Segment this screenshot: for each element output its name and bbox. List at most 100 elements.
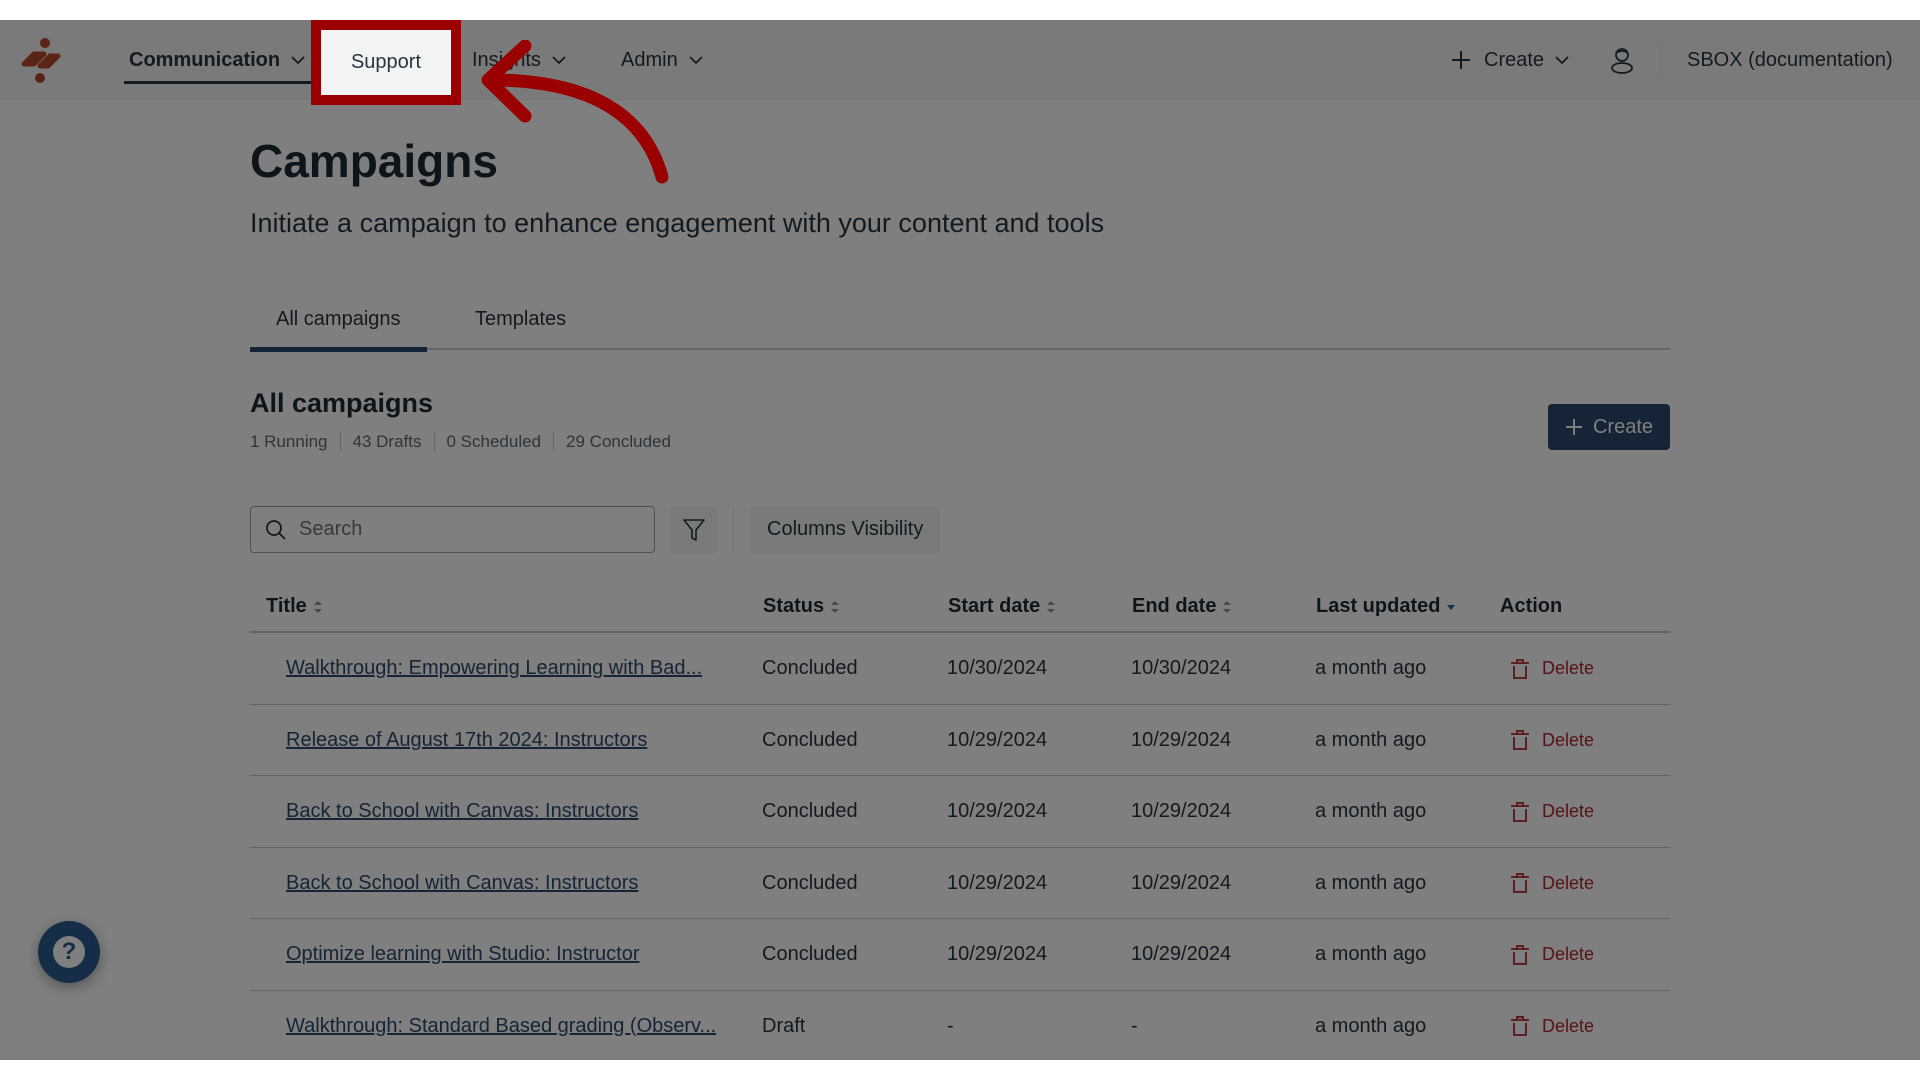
- tab-all-campaigns[interactable]: All campaigns: [250, 300, 427, 352]
- cell-end-date: 10/30/2024: [1131, 657, 1232, 679]
- nav-insights[interactable]: Insights: [472, 20, 567, 100]
- sort-icon: [1047, 600, 1056, 613]
- column-header-label: Start date: [948, 595, 1041, 617]
- nav-divider: [1660, 44, 1661, 76]
- table-row: Optimize learning with Studio: Instructo…: [250, 919, 1670, 991]
- trash-icon: [1511, 873, 1529, 893]
- delete-button[interactable]: Delete: [1510, 919, 1594, 990]
- column-header-start-date[interactable]: Start date: [948, 580, 1056, 633]
- table-row: Back to School with Canvas: Instructors …: [250, 848, 1670, 919]
- column-header-label: End date: [1132, 595, 1217, 617]
- table-row: Back to School with Canvas: Instructors …: [250, 776, 1670, 848]
- column-header-end-date[interactable]: End date: [1132, 580, 1232, 633]
- filter-button[interactable]: [670, 506, 718, 553]
- delete-label: Delete: [1542, 801, 1595, 821]
- cell-last-updated: a month ago: [1315, 728, 1427, 751]
- delete-button[interactable]: Delete: [1510, 848, 1594, 919]
- support-highlight[interactable]: Support: [311, 20, 461, 105]
- sort-icon: [831, 600, 840, 613]
- campaign-title-link[interactable]: Back to School with Canvas: Instructors: [286, 872, 638, 895]
- trash-icon: [1511, 730, 1529, 750]
- search-icon: [266, 519, 286, 540]
- cell-title: Back to School with Canvas: Instructors: [286, 848, 638, 919]
- nav-create-menu[interactable]: Create: [1436, 36, 1584, 84]
- sort-desc-icon: [1447, 604, 1456, 610]
- tab-templates[interactable]: Templates: [449, 300, 592, 350]
- cell-end-date: 10/29/2024: [1131, 943, 1232, 965]
- stat-concluded: 29 Concluded: [553, 432, 683, 452]
- sort-icon: [1223, 600, 1232, 613]
- campaign-title-link[interactable]: Walkthrough: Empowering Learning with Ba…: [286, 657, 702, 680]
- delete-label: Delete: [1542, 658, 1595, 678]
- cell-last-updated: a month ago: [1315, 871, 1427, 894]
- cell-status: Concluded: [762, 871, 858, 894]
- tab-bar: All campaigns Templates: [250, 290, 1670, 352]
- cell-last-updated: a month ago: [1315, 657, 1427, 679]
- columns-visibility-button[interactable]: Columns Visibility: [750, 506, 941, 553]
- create-campaign-button[interactable]: Create: [1548, 404, 1670, 450]
- stat-drafts: 43 Drafts: [339, 432, 434, 452]
- nav-communication[interactable]: Communication: [124, 20, 312, 100]
- cell-status: Concluded: [762, 800, 858, 822]
- campaign-title-link[interactable]: Back to School with Canvas: Instructors: [286, 800, 638, 823]
- delete-button[interactable]: Delete: [1510, 705, 1594, 776]
- cell-title: Release of August 17th 2024: Instructors: [286, 705, 647, 776]
- chevron-down-icon: [291, 56, 305, 65]
- cell-title: Optimize learning with Studio: Instructo…: [286, 919, 640, 990]
- delete-button[interactable]: Delete: [1510, 633, 1594, 704]
- column-header-last-updated[interactable]: Last updated: [1316, 580, 1456, 633]
- column-header-title[interactable]: Title: [266, 580, 323, 633]
- campaigns-table: Title Status Start date End date Last up…: [250, 580, 1670, 1060]
- cell-start-date: 10/30/2024: [947, 657, 1048, 679]
- app-viewport: Communication Support Insights Admin Cre…: [0, 20, 1920, 1060]
- user-profile-button[interactable]: [1606, 20, 1638, 100]
- brand-logo-icon[interactable]: [18, 34, 66, 86]
- help-button[interactable]: ?: [38, 921, 100, 983]
- delete-label: Delete: [1542, 872, 1595, 893]
- table-row: Walkthrough: Empowering Learning with Ba…: [250, 633, 1670, 705]
- trash-icon: [1511, 944, 1529, 965]
- support-highlight-label: Support: [350, 51, 422, 73]
- column-header-action: Action: [1500, 580, 1562, 633]
- sort-icon: [313, 600, 322, 613]
- campaign-title-link[interactable]: Release of August 17th 2024: Instructors: [286, 729, 647, 752]
- table-row: Release of August 17th 2024: Instructors…: [250, 705, 1670, 776]
- column-header-label: Title: [266, 595, 307, 617]
- account-switcher[interactable]: SBOX (documentation): [1687, 20, 1893, 100]
- chevron-down-icon: [689, 56, 703, 65]
- top-navigation: Communication Support Insights Admin Cre…: [0, 20, 1920, 100]
- cell-last-updated: a month ago: [1315, 1014, 1427, 1037]
- column-header-label: Action: [1500, 595, 1563, 617]
- plus-icon: [1565, 419, 1582, 435]
- delete-label: Delete: [1542, 944, 1595, 964]
- plus-icon: [1452, 51, 1470, 69]
- chevron-down-icon: [552, 56, 566, 65]
- delete-label: Delete: [1542, 1015, 1595, 1036]
- nav-admin-label: Admin: [621, 48, 678, 71]
- trash-icon: [1511, 801, 1529, 822]
- nav-create-label: Create: [1484, 48, 1545, 71]
- cell-status: Concluded: [762, 657, 858, 679]
- search-field[interactable]: [250, 506, 655, 553]
- delete-button[interactable]: Delete: [1510, 991, 1594, 1061]
- filter-icon: [683, 518, 705, 541]
- delete-label: Delete: [1542, 729, 1595, 750]
- column-header-status[interactable]: Status: [763, 580, 840, 633]
- cell-status: Concluded: [762, 943, 858, 965]
- cell-start-date: 10/29/2024: [947, 943, 1048, 965]
- section-title: All campaigns: [250, 388, 434, 418]
- toolbar-divider: [733, 508, 734, 552]
- user-icon: [1611, 48, 1633, 74]
- cell-title: Walkthrough: Empowering Learning with Ba…: [286, 633, 702, 704]
- campaign-title-link[interactable]: Walkthrough: Standard Based grading (Obs…: [286, 1015, 716, 1038]
- campaign-title-link[interactable]: Optimize learning with Studio: Instructo…: [286, 943, 640, 966]
- cell-title: Walkthrough: Standard Based grading (Obs…: [286, 991, 716, 1061]
- delete-button[interactable]: Delete: [1510, 776, 1594, 847]
- cell-start-date: 10/29/2024: [947, 871, 1048, 894]
- trash-icon: [1511, 658, 1529, 679]
- stat-scheduled: 0 Scheduled: [433, 432, 554, 452]
- nav-admin[interactable]: Admin: [621, 20, 704, 100]
- question-icon: ?: [53, 936, 85, 968]
- search-input[interactable]: [299, 518, 639, 541]
- cell-title: Back to School with Canvas: Instructors: [286, 776, 638, 847]
